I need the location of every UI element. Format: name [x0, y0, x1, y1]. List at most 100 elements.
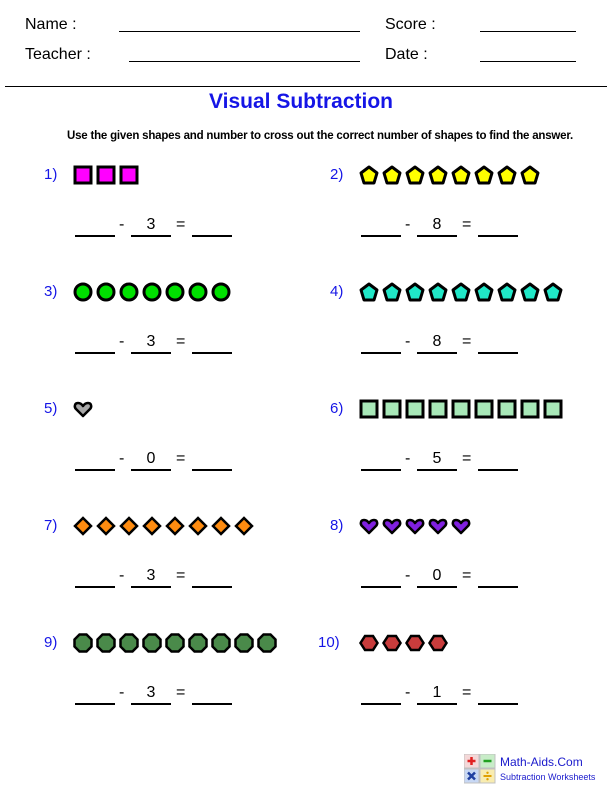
score-field[interactable]	[480, 31, 576, 32]
circle-shape[interactable]	[119, 282, 139, 302]
hexagon-shape[interactable]	[359, 633, 379, 653]
pentagon-shape[interactable]	[405, 165, 425, 185]
minuend-blank[interactable]	[75, 703, 115, 705]
answer-blank[interactable]	[478, 586, 518, 588]
pentagon-shape[interactable]	[359, 165, 379, 185]
subtrahend-value: 0	[146, 450, 156, 467]
square-shape[interactable]	[382, 399, 402, 419]
diamond-shape[interactable]	[119, 516, 139, 536]
square-shape[interactable]	[359, 399, 379, 419]
subtrahend-underline	[417, 586, 457, 588]
octagon-shape[interactable]	[165, 633, 185, 653]
date-field[interactable]	[480, 61, 576, 62]
diamond-shape[interactable]	[211, 516, 231, 536]
diamond-shape[interactable]	[73, 516, 93, 536]
square-shape[interactable]	[73, 165, 93, 185]
problem-number: 5)	[44, 400, 58, 417]
pentagon-shape[interactable]	[451, 165, 471, 185]
minuend-blank[interactable]	[361, 235, 401, 237]
minuend-blank[interactable]	[75, 586, 115, 588]
subtrahend-underline	[131, 352, 171, 354]
diamond-shape[interactable]	[96, 516, 116, 536]
pentagon-shape[interactable]	[428, 165, 448, 185]
answer-blank[interactable]	[192, 235, 232, 237]
pentagon-shape[interactable]	[382, 282, 402, 302]
circle-shape[interactable]	[165, 282, 185, 302]
square-shape[interactable]	[405, 399, 425, 419]
pentagon-shape[interactable]	[382, 165, 402, 185]
diamond-shape[interactable]	[142, 516, 162, 536]
heart-shape[interactable]	[428, 516, 448, 536]
octagon-shape[interactable]	[142, 633, 162, 653]
heart-shape[interactable]	[359, 516, 379, 536]
pentagon-shape[interactable]	[405, 282, 425, 302]
pentagon-shape[interactable]	[474, 165, 494, 185]
minus-sign: -	[405, 450, 411, 467]
pentagon-shape[interactable]	[359, 282, 379, 302]
square-shape[interactable]	[96, 165, 116, 185]
minuend-blank[interactable]	[361, 586, 401, 588]
heart-shape[interactable]	[405, 516, 425, 536]
pentagon-shape[interactable]	[428, 282, 448, 302]
octagon-shape[interactable]	[119, 633, 139, 653]
square-shape[interactable]	[428, 399, 448, 419]
circle-shape[interactable]	[211, 282, 231, 302]
pentagon-shape[interactable]	[497, 165, 517, 185]
equals-sign: =	[462, 567, 472, 584]
heart-shape[interactable]	[451, 516, 471, 536]
problem-7: 7) - 3 =	[44, 513, 324, 613]
answer-blank[interactable]	[192, 586, 232, 588]
minuend-blank[interactable]	[361, 469, 401, 471]
hexagon-shape[interactable]	[382, 633, 402, 653]
pentagon-shape[interactable]	[497, 282, 517, 302]
square-shape[interactable]	[497, 399, 517, 419]
square-shape[interactable]	[119, 165, 139, 185]
teacher-field[interactable]	[129, 61, 360, 62]
diamond-shape[interactable]	[234, 516, 254, 536]
name-field[interactable]	[119, 31, 360, 32]
octagon-shape[interactable]	[234, 633, 254, 653]
octagon-shape[interactable]	[257, 633, 277, 653]
minuend-blank[interactable]	[75, 469, 115, 471]
subtraction-equation: - 0 =	[44, 450, 324, 474]
square-shape[interactable]	[520, 399, 540, 419]
answer-blank[interactable]	[478, 235, 518, 237]
circle-shape[interactable]	[188, 282, 208, 302]
octagon-shape[interactable]	[188, 633, 208, 653]
square-shape[interactable]	[451, 399, 471, 419]
answer-blank[interactable]	[478, 469, 518, 471]
hexagon-shape[interactable]	[405, 633, 425, 653]
minuend-blank[interactable]	[361, 703, 401, 705]
minuend-blank[interactable]	[361, 352, 401, 354]
pentagon-shape[interactable]	[474, 282, 494, 302]
answer-blank[interactable]	[192, 352, 232, 354]
heart-shape[interactable]	[73, 399, 93, 419]
octagon-shape[interactable]	[96, 633, 116, 653]
diamond-shape[interactable]	[188, 516, 208, 536]
problem-number: 10)	[318, 634, 340, 651]
circle-shape[interactable]	[73, 282, 93, 302]
pentagon-shape[interactable]	[520, 282, 540, 302]
hexagon-shape[interactable]	[428, 633, 448, 653]
circle-shape[interactable]	[96, 282, 116, 302]
answer-blank[interactable]	[192, 703, 232, 705]
square-shape[interactable]	[543, 399, 563, 419]
answer-blank[interactable]	[478, 703, 518, 705]
problem-number: 7)	[44, 517, 58, 534]
diamond-shape[interactable]	[165, 516, 185, 536]
answer-blank[interactable]	[478, 352, 518, 354]
minuend-blank[interactable]	[75, 235, 115, 237]
brand-name[interactable]: Math-Aids.Com	[500, 755, 583, 769]
square-shape[interactable]	[474, 399, 494, 419]
minuend-blank[interactable]	[75, 352, 115, 354]
pentagon-shape[interactable]	[543, 282, 563, 302]
octagon-shape[interactable]	[211, 633, 231, 653]
octagon-shape[interactable]	[73, 633, 93, 653]
answer-blank[interactable]	[192, 469, 232, 471]
problem-number: 1)	[44, 166, 58, 183]
circle-shape[interactable]	[142, 282, 162, 302]
subtraction-equation: - 3 =	[44, 684, 324, 708]
heart-shape[interactable]	[382, 516, 402, 536]
pentagon-shape[interactable]	[451, 282, 471, 302]
pentagon-shape[interactable]	[520, 165, 540, 185]
